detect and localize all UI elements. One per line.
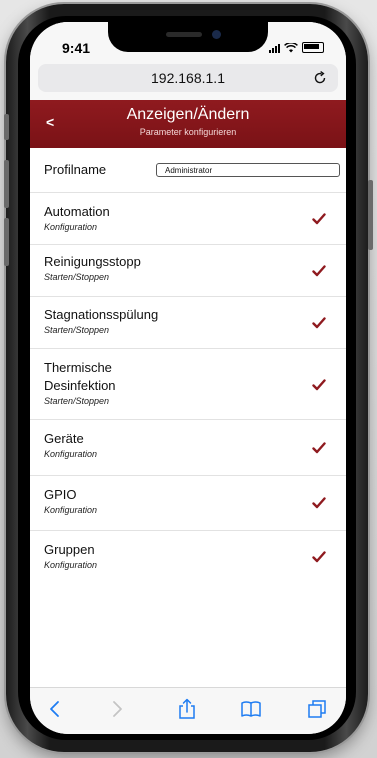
list-item-thermische-desinfektion[interactable]: Thermische Desinfektion Starten/Stoppen (30, 349, 346, 420)
speaker-grille (166, 32, 202, 37)
list-item-gruppen[interactable]: Gruppen Konfiguration (30, 531, 346, 585)
list-item-title-line1: Thermische (44, 360, 112, 375)
list-item-title-line2: Desinfektion (44, 378, 116, 393)
list-item-subtitle: Starten/Stoppen (44, 325, 110, 335)
page-title: Anzeigen/Ändern (126, 106, 250, 123)
browser-toolbar (30, 687, 346, 734)
power-button (368, 180, 373, 250)
checkmark-icon (312, 497, 326, 509)
profile-name-label: Profilname (44, 162, 107, 177)
wifi-icon (284, 43, 298, 53)
share-icon[interactable] (176, 698, 198, 720)
battery-icon (302, 42, 324, 53)
book-icon[interactable] (240, 698, 262, 720)
settings-list: Profilname Automation Konfiguration Rein… (30, 148, 346, 585)
notch (108, 22, 268, 52)
profile-row: Profilname (30, 148, 346, 193)
checkmark-icon (312, 442, 326, 454)
profile-name-input[interactable] (156, 163, 340, 177)
checkmark-icon (312, 379, 326, 391)
reload-icon[interactable] (312, 70, 328, 86)
list-item-reinigungsstopp[interactable]: Reinigungsstopp Starten/Stoppen (30, 245, 346, 297)
checkmark-icon (312, 213, 326, 225)
list-item-subtitle: Konfiguration (44, 560, 98, 570)
list-item-title: Automation (44, 204, 110, 219)
list-item-subtitle: Konfiguration (44, 505, 98, 515)
list-item-stagnationsspuelung[interactable]: Stagnationsspülung Starten/Stoppen (30, 297, 346, 349)
checkmark-icon (312, 265, 326, 277)
list-item-title: Stagnationsspülung (44, 307, 159, 322)
tabs-icon[interactable] (306, 698, 328, 720)
checkmark-icon (312, 551, 326, 563)
url-text: 192.168.1.1 (151, 70, 225, 86)
address-bar[interactable]: 192.168.1.1 (38, 64, 338, 92)
list-item-title: GPIO (44, 487, 77, 502)
list-item-subtitle: Konfiguration (44, 222, 98, 232)
mute-switch (4, 114, 9, 140)
signal-icon (269, 43, 280, 53)
list-item-subtitle: Starten/Stoppen (44, 272, 110, 282)
list-item-geraete[interactable]: Geräte Konfiguration (30, 420, 346, 476)
phone-screen: 9:41 192.168.1.1 < Anzeigen/Ändern Param… (30, 22, 346, 734)
list-item-subtitle: Konfiguration (44, 449, 98, 459)
status-time: 9:41 (62, 40, 91, 56)
front-camera (212, 30, 221, 39)
list-item-subtitle: Starten/Stoppen (44, 396, 110, 406)
checkmark-icon (312, 317, 326, 329)
list-item-title: Reinigungsstopp (44, 254, 141, 269)
page-header: < Anzeigen/Ändern Parameter konfiguriere… (30, 100, 346, 148)
list-item-title: Gruppen (44, 542, 95, 557)
list-item-automation[interactable]: Automation Konfiguration (30, 193, 346, 245)
chevron-left-icon[interactable] (44, 698, 66, 720)
list-item-gpio[interactable]: GPIO Konfiguration (30, 476, 346, 531)
page-subtitle: Parameter konfigurieren (139, 127, 237, 137)
volume-up-button (4, 160, 9, 208)
list-item-title: Geräte (44, 431, 84, 446)
status-icons (269, 41, 324, 53)
chevron-right-icon[interactable] (106, 698, 128, 720)
volume-down-button (4, 218, 9, 266)
